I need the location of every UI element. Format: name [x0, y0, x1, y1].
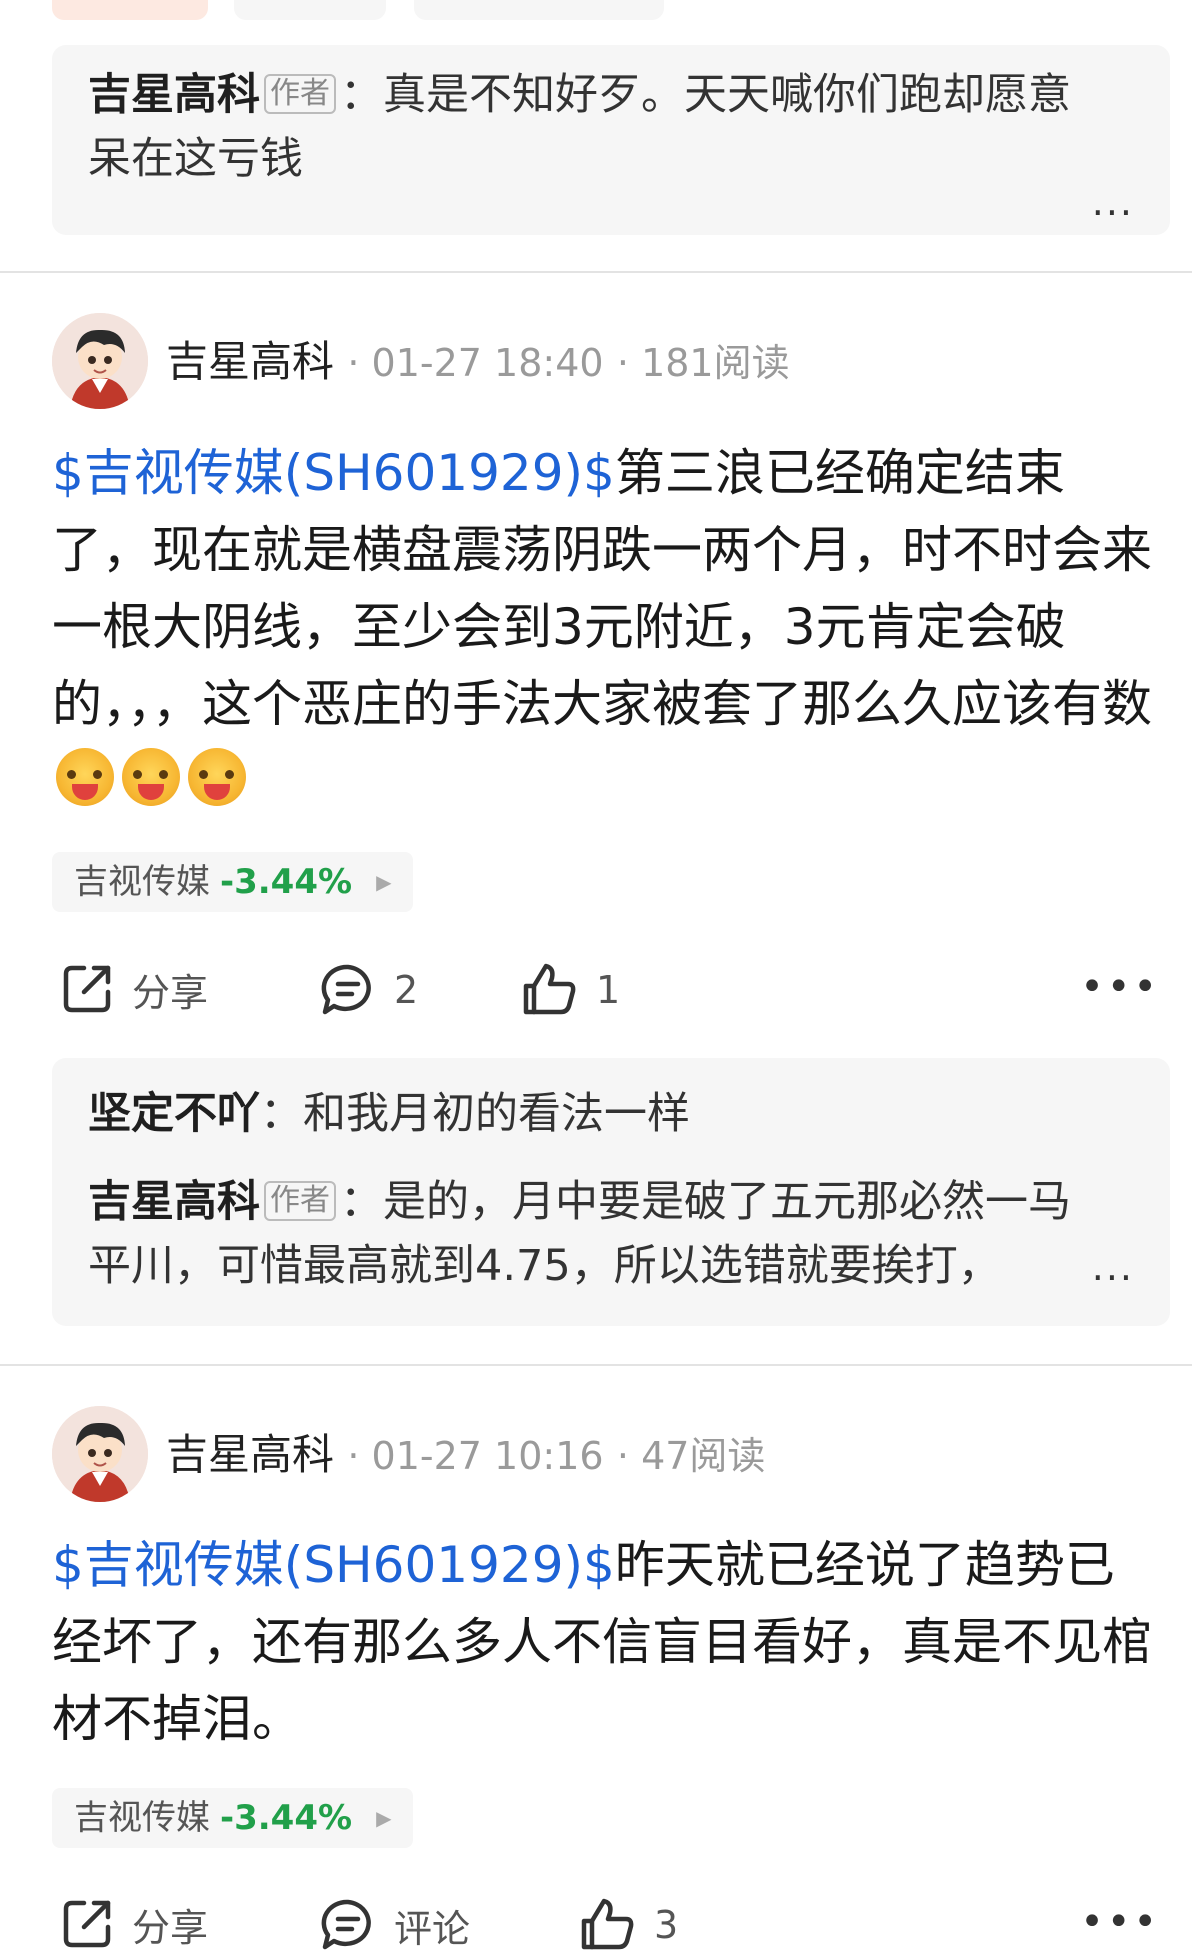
stock-chip[interactable]: 吉视传媒 -3.44% ▶ [52, 852, 414, 912]
post-content[interactable]: $吉视传媒(SH601929)$昨天就已经说了趋势已经坏了，还有那么多人不信盲目… [52, 1527, 1162, 1758]
share-icon [63, 965, 111, 1013]
share-label: 分享 [132, 970, 209, 1015]
post-reads: · 181阅读 [616, 341, 790, 385]
comment-author[interactable]: 吉星高科 [88, 70, 260, 120]
stock-tag-link[interactable]: $吉视传媒(SH601929)$ [52, 1536, 615, 1594]
post-author[interactable]: 吉星高科 [166, 1430, 334, 1479]
avatar[interactable] [52, 1406, 148, 1502]
comment-icon [321, 1899, 371, 1950]
prev-tag-stub [52, 0, 208, 20]
comment-more[interactable]: ... [1092, 170, 1134, 234]
comment-item[interactable]: 吉星高科 作者 ：是的，月中要是破了五元那必然一马平川，可惜最高就到4.75，所以选… [88, 1170, 1108, 1298]
comment-author[interactable]: 坚定不吖 [88, 1089, 260, 1139]
divider [0, 271, 1192, 273]
stock-chip-change: -3.44% [220, 1798, 353, 1838]
author-badge: 作者 [264, 74, 336, 114]
like-button[interactable]: 1 [520, 960, 620, 1020]
prev-tag-stub [234, 0, 386, 20]
comment-count: 2 [394, 968, 419, 1012]
post-reads: · 47阅读 [616, 1434, 766, 1478]
comment-icon [321, 964, 371, 1015]
chevron-right-icon: ▶ [376, 870, 392, 894]
eating-watermelon-emoji-icon [188, 748, 246, 806]
chevron-right-icon: ▶ [376, 1806, 392, 1830]
comment-button[interactable]: 2 [318, 960, 418, 1020]
comment-preview[interactable]: 吉星高科 作者 ：真是不知好歹。天天喊你们跑却愿意呆在这亏钱 ... [52, 45, 1170, 235]
comment-button[interactable]: 评论 [318, 1895, 470, 1955]
share-label: 分享 [132, 1905, 209, 1950]
like-count: 3 [654, 1903, 679, 1947]
prev-tag-stub [414, 0, 664, 20]
stock-chip-name: 吉视传媒 [74, 1798, 210, 1838]
comment-label: 评论 [394, 1906, 471, 1951]
eating-watermelon-emoji-icon [122, 748, 180, 806]
like-button[interactable]: 3 [578, 1895, 678, 1955]
share-icon [63, 1900, 111, 1948]
post-time: · 01-27 10:16 [347, 1434, 604, 1478]
stock-tag-link[interactable]: $吉视传媒(SH601929)$ [52, 444, 615, 502]
post-content[interactable]: $吉视传媒(SH601929)$第三浪已经确定结束了，现在就是横盘震荡阴跌一两个… [52, 435, 1162, 820]
like-count: 1 [596, 968, 621, 1012]
post-meta: 吉星高科 · 01-27 10:16 · 47阅读 [166, 1425, 765, 1486]
post-author[interactable]: 吉星高科 [166, 337, 334, 386]
post-time: · 01-27 18:40 [347, 341, 604, 385]
comment-author[interactable]: 吉星高科 [88, 1177, 260, 1227]
comments-preview[interactable]: 坚定不吖：和我月初的看法一样 吉星高科 作者 ：是的，月中要是破了五元那必然一马平川… [52, 1058, 1170, 1326]
avatar[interactable] [52, 313, 148, 409]
share-button[interactable]: 分享 [58, 960, 208, 1018]
share-button[interactable]: 分享 [58, 1895, 208, 1953]
stock-chip-name: 吉视传媒 [74, 862, 210, 902]
post-meta: 吉星高科 · 01-27 18:40 · 181阅读 [166, 332, 790, 393]
more-options-icon[interactable]: ••• [1080, 1899, 1160, 1945]
comment-item[interactable]: 坚定不吖：和我月初的看法一样 [88, 1082, 1134, 1170]
thumbs-up-icon [581, 1898, 634, 1950]
stock-chip[interactable]: 吉视传媒 -3.44% ▶ [52, 1788, 414, 1848]
stock-chip-change: -3.44% [220, 862, 353, 902]
more-options-icon[interactable]: ••• [1080, 964, 1160, 1010]
comment-more[interactable]: ... [1092, 1235, 1134, 1299]
author-badge: 作者 [264, 1181, 336, 1221]
thumbs-up-icon [523, 963, 576, 1015]
comment-text: ：和我月初的看法一样 [260, 1089, 690, 1139]
eating-watermelon-emoji-icon [56, 748, 114, 806]
divider [0, 1364, 1192, 1366]
